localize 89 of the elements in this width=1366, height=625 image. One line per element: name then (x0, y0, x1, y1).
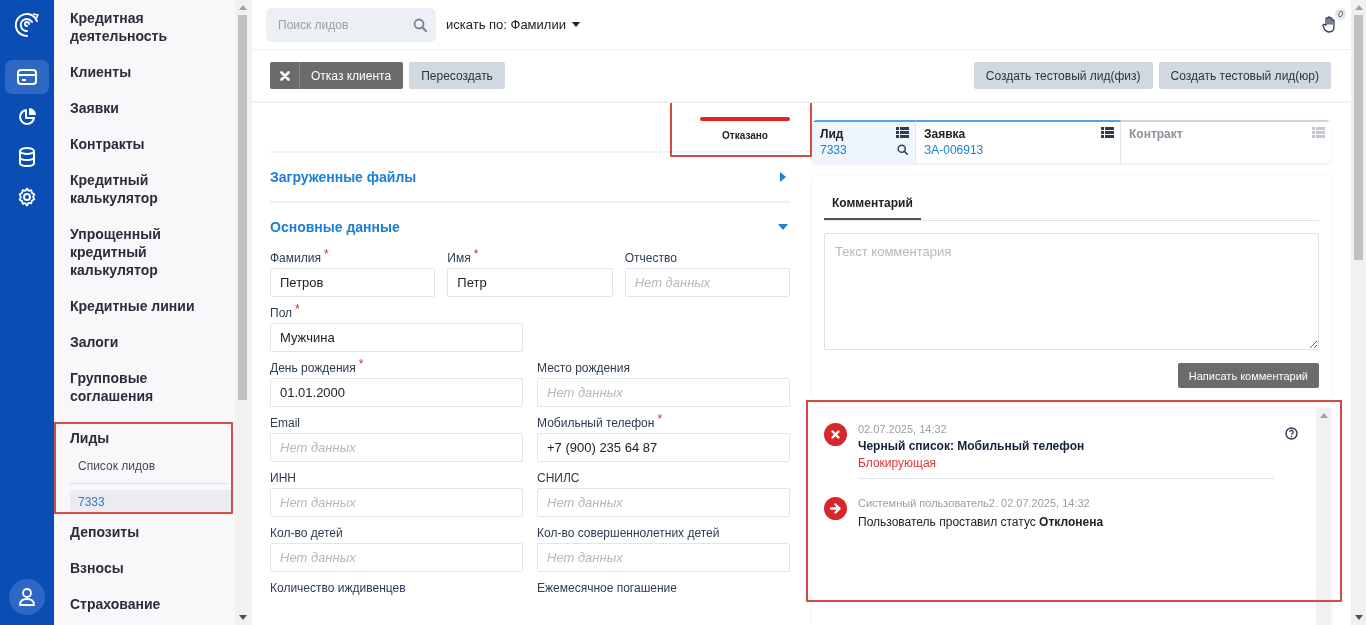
reject-button[interactable]: Отказ клиента (270, 62, 404, 89)
comment-tab[interactable]: Комментарий (824, 187, 921, 220)
input-field[interactable]: Мужчина (270, 323, 523, 352)
comment-field[interactable]: Текст комментария (824, 233, 1319, 350)
sidebar-item[interactable]: Страхование (70, 594, 210, 625)
tab-title: Заявка (924, 127, 967, 141)
field-label: Имя (447, 251, 471, 267)
input-field[interactable]: 01.01.2000 (270, 378, 523, 407)
list-icon[interactable] (1101, 127, 1114, 138)
input-field[interactable]: Нет данных (624, 268, 790, 297)
field-label: Кол-во детей (270, 526, 343, 542)
field-label: Количество иждивенцев (270, 581, 406, 597)
close-icon (279, 70, 290, 81)
field-label: Ежемесячное погашение (537, 581, 677, 597)
input-field[interactable]: Петр (447, 268, 613, 297)
pie-chart-icon (17, 107, 37, 127)
database-icon (18, 147, 36, 167)
scrollbar[interactable] (1351, 0, 1366, 625)
scrollbar[interactable] (1316, 408, 1331, 625)
field-label: СНИЛС (537, 471, 580, 487)
search-by-dropdown[interactable]: искать по: Фамилии (446, 17, 580, 32)
user-avatar[interactable] (9, 579, 45, 615)
action-button[interactable]: Создать тестовый лид(юр) (1158, 62, 1331, 89)
field-label: Отчество (624, 251, 677, 267)
sidebar-item[interactable]: Кредитные линии (70, 296, 210, 332)
input-field[interactable]: Петров (270, 268, 436, 297)
error-icon (824, 423, 847, 446)
input-field[interactable]: +7 (900) 235 64 87 (537, 433, 790, 462)
arrow-right-icon (824, 497, 847, 520)
required-mark: * (295, 302, 300, 318)
field-label: Кол-во совершеннолетних детей (537, 526, 720, 542)
sidebar-item[interactable]: Залоги (70, 332, 210, 368)
event-meta: 02.07.2025, 14:32 (858, 423, 948, 435)
field-label: День рождения (270, 361, 356, 377)
card-icon (17, 69, 37, 85)
field-label: ИНН (270, 471, 296, 487)
event-text: Пользователь проставил статус Отклонена (858, 515, 1105, 529)
sidebar-subitem[interactable]: Список лидов (70, 455, 227, 483)
settings-icon (17, 187, 37, 207)
sidebar-item[interactable]: Кредитная деятельность (70, 8, 210, 62)
required-mark: * (473, 247, 479, 263)
hand-icon[interactable] (1321, 16, 1337, 33)
field-label: Пол (270, 306, 293, 322)
status-label: Отказано (722, 130, 768, 141)
tab-title: Лид (820, 127, 845, 141)
input-field[interactable]: Нет данных (537, 488, 790, 517)
required-mark: * (358, 357, 364, 373)
sidebar-item[interactable]: Депозиты (70, 522, 210, 558)
input-field[interactable]: Нет данных (270, 433, 523, 462)
sidebar-item[interactable]: Взносы (70, 558, 210, 594)
search-field[interactable]: Поиск лидов (266, 7, 436, 42)
tab-title: Контракт (1129, 127, 1184, 141)
field-label: Место рождения (537, 361, 630, 377)
record-tab[interactable]: Лид 7333 (812, 120, 916, 163)
search-icon[interactable] (897, 144, 908, 155)
input-field[interactable]: Нет данных (537, 378, 790, 407)
sidebar-item[interactable]: Заявки (70, 98, 210, 134)
event-meta: Системный пользователь2. 02.07.2025, 14:32 (858, 497, 1091, 509)
field-label: Фамилия (270, 251, 321, 267)
required-mark: * (323, 247, 329, 263)
section-header[interactable]: Загруженные файлы (270, 153, 790, 203)
field-label: Мобильный телефон (537, 416, 655, 432)
record-link[interactable]: 7333 (820, 143, 896, 157)
required-mark: * (657, 412, 663, 428)
sidebar-item[interactable]: Упрощенный кредитный калькулятор (70, 224, 210, 296)
field-label: Email (270, 416, 300, 432)
action-button[interactable]: Создать тестовый лид(физ) (973, 62, 1153, 89)
sidebar-item[interactable]: Лиды (70, 428, 210, 455)
help-icon[interactable] (1285, 427, 1298, 440)
sidebar-item[interactable]: Клиенты (70, 62, 210, 98)
action-button[interactable]: Пересоздать (409, 62, 505, 89)
input-field[interactable]: Нет данных (270, 543, 523, 572)
record-tab[interactable]: Заявка ЗА-006913 (916, 120, 1121, 163)
list-icon[interactable] (896, 127, 909, 138)
input-field[interactable]: Нет данных (537, 543, 790, 572)
notification-badge: 0 (1335, 8, 1346, 20)
event-title: Черный список: Мобильный телефон (858, 439, 1086, 453)
spiral-logo-icon[interactable] (13, 10, 41, 38)
input-field[interactable]: Нет данных (270, 488, 523, 517)
write-comment-button[interactable]: Написать комментарий (1177, 363, 1319, 388)
sidebar-item[interactable]: Кредитный калькулятор (70, 170, 210, 224)
user-icon (19, 588, 35, 606)
sidebar-item[interactable]: Групповые соглашения (70, 368, 210, 422)
severity-label: Блокирующая (858, 456, 938, 470)
scrollbar[interactable] (235, 0, 250, 625)
rail-item[interactable] (5, 60, 49, 94)
sidebar-item[interactable]: Контракты (70, 134, 210, 170)
record-link[interactable]: ЗА-006913 (924, 143, 1101, 157)
sidebar-subitem[interactable]: 7333 (70, 490, 233, 514)
